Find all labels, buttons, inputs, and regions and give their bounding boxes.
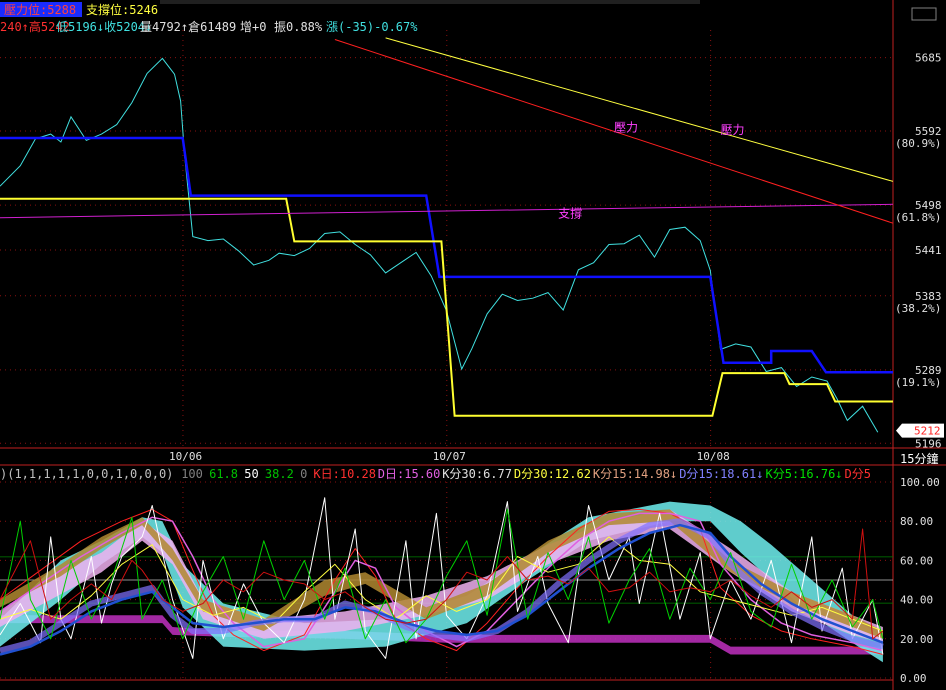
indicator-legend-item: )(1,1,1,1,1,0,0,1,0,0,0) bbox=[0, 467, 173, 481]
futures-chart-canvas[interactable]: 壓力位:5288 支撐位:5246 240↑高5242低5196↓收5204↓量… bbox=[0, 0, 946, 690]
date-label: 10/06 bbox=[169, 450, 202, 463]
indicator-legend-item: D分15:18.61↓ bbox=[679, 467, 763, 481]
stat-item: 漲(-35)-0.67% bbox=[326, 20, 418, 34]
indicator-legend-item: D分5 bbox=[845, 467, 871, 481]
indicator-axis-label: 0.00 bbox=[900, 672, 927, 685]
date-label: 10/08 bbox=[697, 450, 730, 463]
price-axis-label: 5196 bbox=[915, 437, 942, 450]
price-axis-label: 5685 bbox=[915, 52, 942, 65]
resistance-label: 壓力位:5288 bbox=[4, 2, 76, 17]
price-axis-label: 5441 bbox=[915, 244, 942, 257]
indicator-axis-label: 100.00 bbox=[900, 476, 940, 489]
stats-row: 240↑高5242低5196↓收5204↓量4792↑倉61489 增+0 振0.8… bbox=[0, 19, 418, 34]
indicator-header: )(1,1,1,1,1,0,0,1,0,0,0) 100 61.8 50 38.2 0 K日… bbox=[0, 464, 946, 481]
window-chrome bbox=[160, 0, 700, 4]
indicator-legend-item: K分15:14.98↓ bbox=[593, 467, 677, 481]
indicator-axis-label: 80.00 bbox=[900, 515, 933, 528]
stat-item: 量4792↑倉61489 bbox=[140, 19, 236, 34]
indicator-legend-item: 38.2 bbox=[265, 467, 294, 481]
price-axis-label: (19.1%) bbox=[895, 376, 941, 389]
support-label: 支撐位:5246 bbox=[86, 2, 158, 17]
price-axis-label: (38.2%) bbox=[895, 302, 941, 315]
indicator-legend-item: 61.8 bbox=[209, 467, 238, 481]
last-price-value: 5212 bbox=[914, 425, 941, 438]
price-axis-label: (61.8%) bbox=[895, 211, 941, 224]
trend-annotation: 支撐 bbox=[558, 207, 582, 221]
indicator-legend-item: K日:10.28 bbox=[313, 467, 376, 481]
trend-annotation: 壓力 bbox=[614, 121, 638, 135]
price-axis-label: (80.9%) bbox=[895, 137, 941, 150]
indicator-axis-label: 20.00 bbox=[900, 633, 933, 646]
indicator-legend-item: D分30:12.62 bbox=[514, 467, 591, 481]
indicator-axis-label: 60.00 bbox=[900, 554, 933, 567]
indicator-legend-item: D日:15.60 bbox=[378, 467, 441, 481]
indicator-legend-item: 0 bbox=[300, 467, 307, 481]
trend-annotation: 壓力 bbox=[720, 123, 744, 137]
period-label[interactable]: 15分鐘 bbox=[900, 451, 938, 466]
date-label: 10/07 bbox=[433, 450, 466, 463]
stat-item: 增+0 bbox=[240, 20, 266, 34]
stat-item: 振0.88% bbox=[274, 20, 323, 34]
indicator-legend-item: 50 bbox=[244, 467, 258, 481]
indicator-legend-item: K分5:16.76↓ bbox=[766, 467, 843, 481]
indicator-legend-item: 100 bbox=[181, 467, 203, 481]
indicator-legend-item: K分30:6.77 bbox=[442, 467, 512, 481]
stat-item: 低5196↓收5204↓ bbox=[56, 20, 152, 34]
indicator-axis-label: 40.00 bbox=[900, 594, 933, 607]
